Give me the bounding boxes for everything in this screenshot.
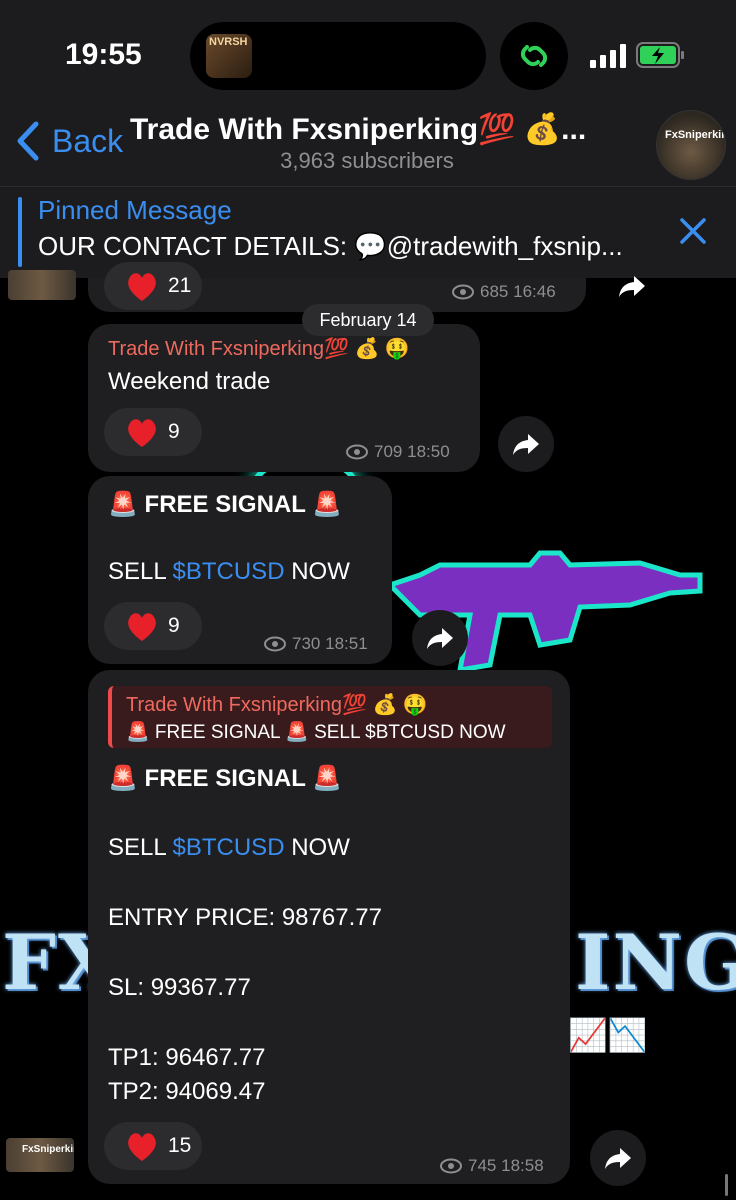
fire-heart-icon — [128, 419, 156, 447]
quote-sender: Trade With Fxsniperking💯 💰 🤑 — [126, 694, 428, 716]
pinned-text: OUR CONTACT DETAILS: 💬@tradewith_fxsnip.… — [38, 231, 623, 261]
status-time: 19:55 — [65, 38, 142, 71]
fire-heart-icon — [128, 613, 156, 641]
fire-heart-icon — [128, 273, 156, 301]
share-arrow-icon — [605, 1148, 631, 1169]
view-count: 685 — [480, 282, 509, 301]
view-count: 730 — [292, 634, 321, 653]
wallpaper-trend-icons: 📈📉 — [568, 1017, 648, 1053]
btcusd-cashtag-link[interactable]: $BTCUSD — [173, 558, 285, 585]
signal-heading: 🚨 FREE SIGNAL 🚨 — [108, 765, 343, 792]
message-time: 18:58 — [501, 1156, 544, 1175]
message-time: 18:51 — [325, 634, 368, 653]
reaction-count: 9 — [168, 614, 180, 637]
back-button[interactable]: Back — [14, 120, 123, 162]
views-eye-icon — [452, 284, 474, 300]
view-count: 745 — [468, 1156, 497, 1175]
fire-heart-icon — [128, 1133, 156, 1161]
cellular-signal-icon — [590, 44, 626, 68]
message-meta: 745 18:58 — [440, 1156, 544, 1176]
avatar-text: FxSniperking — [665, 129, 725, 141]
message-text: Weekend trade — [108, 368, 271, 395]
forward-button[interactable] — [498, 416, 554, 472]
scrollbar[interactable] — [725, 1174, 728, 1196]
date-separator: February 14 — [302, 304, 434, 336]
share-arrow-icon — [427, 628, 453, 649]
chevron-left-icon — [17, 121, 39, 161]
signal-action: SELL $BTCUSD NOW — [108, 834, 350, 862]
views-eye-icon — [440, 1158, 462, 1174]
views-eye-icon — [264, 636, 286, 652]
message-meta: 685 16:46 — [452, 282, 556, 302]
pinned-indicator — [18, 197, 22, 267]
subscriber-count: 3,963 subscribers — [280, 148, 454, 173]
message-bubble[interactable]: 🚨 FREE SIGNAL 🚨 SELL $BTCUSD NOW 9 730 1… — [88, 476, 392, 664]
reaction-chip[interactable]: 9 — [104, 408, 202, 456]
pinned-title: Pinned Message — [38, 195, 232, 225]
share-arrow-icon — [513, 434, 539, 455]
album-art-text: NVRSH — [209, 36, 248, 48]
signal-action-post: NOW — [284, 834, 350, 861]
reply-quote[interactable]: Trade With Fxsniperking💯 💰 🤑 🚨 FREE SIGN… — [108, 686, 552, 748]
avatar-text: FxSniperking — [22, 1144, 74, 1155]
reaction-chip[interactable]: 21 — [104, 262, 202, 310]
reaction-count: 21 — [168, 274, 192, 297]
btcusd-cashtag-link[interactable]: $BTCUSD — [173, 834, 285, 861]
signal-action-pre: SELL — [108, 834, 173, 861]
reaction-chip[interactable]: 15 — [104, 1122, 202, 1170]
message-sender: Trade With Fxsniperking💯 💰 🤑 — [108, 338, 410, 360]
chat-header: Back Trade With Fxsniperking💯 💰... 3,963… — [0, 100, 736, 186]
signal-action: SELL $BTCUSD NOW — [108, 558, 350, 586]
forward-button[interactable] — [590, 1130, 646, 1186]
dynamic-island[interactable]: NVRSH — [190, 22, 486, 90]
message-meta: 709 18:50 — [346, 442, 450, 462]
quote-text: 🚨 FREE SIGNAL 🚨 SELL $BTCUSD NOW — [126, 722, 506, 743]
stop-loss: SL: 99367.77 — [108, 974, 251, 1001]
battery-charging-icon — [636, 42, 684, 68]
signal-action-pre: SELL — [108, 558, 173, 585]
views-eye-icon — [346, 444, 368, 460]
now-playing-album-art: NVRSH — [206, 34, 252, 78]
message-meta: 730 18:51 — [264, 634, 368, 654]
entry-price: ENTRY PRICE: 98767.77 — [108, 904, 382, 931]
message-time: 16:46 — [513, 282, 556, 301]
channel-avatar-small[interactable]: FxSniperking — [6, 1138, 74, 1172]
channel-avatar[interactable]: FxSniperking — [656, 110, 726, 180]
message-bubble[interactable]: Trade With Fxsniperking💯 💰 🤑 Weekend tra… — [88, 324, 480, 472]
view-count: 709 — [374, 442, 403, 461]
reaction-count: 15 — [168, 1134, 192, 1157]
hotspot-link-icon — [500, 22, 568, 90]
message-time: 18:50 — [407, 442, 450, 461]
status-bar: 19:55 NVRSH — [0, 0, 736, 100]
take-profit-2: TP2: 94069.47 — [108, 1078, 266, 1105]
back-label: Back — [52, 122, 124, 159]
channel-title[interactable]: Trade With Fxsniperking💯 💰... — [130, 112, 610, 147]
signal-heading: 🚨 FREE SIGNAL 🚨 — [108, 491, 343, 518]
close-pinned-icon[interactable] — [676, 214, 710, 248]
reaction-chip[interactable]: 9 — [104, 602, 202, 650]
forward-button[interactable] — [412, 610, 468, 666]
forward-button[interactable] — [604, 258, 660, 314]
signal-action-post: NOW — [284, 558, 350, 585]
share-arrow-icon — [619, 276, 645, 297]
channel-avatar-small[interactable] — [8, 270, 76, 300]
take-profit-1: TP1: 96467.77 — [108, 1044, 266, 1071]
reaction-count: 9 — [168, 420, 180, 443]
wallpaper-word-right: ING — [575, 918, 736, 1007]
